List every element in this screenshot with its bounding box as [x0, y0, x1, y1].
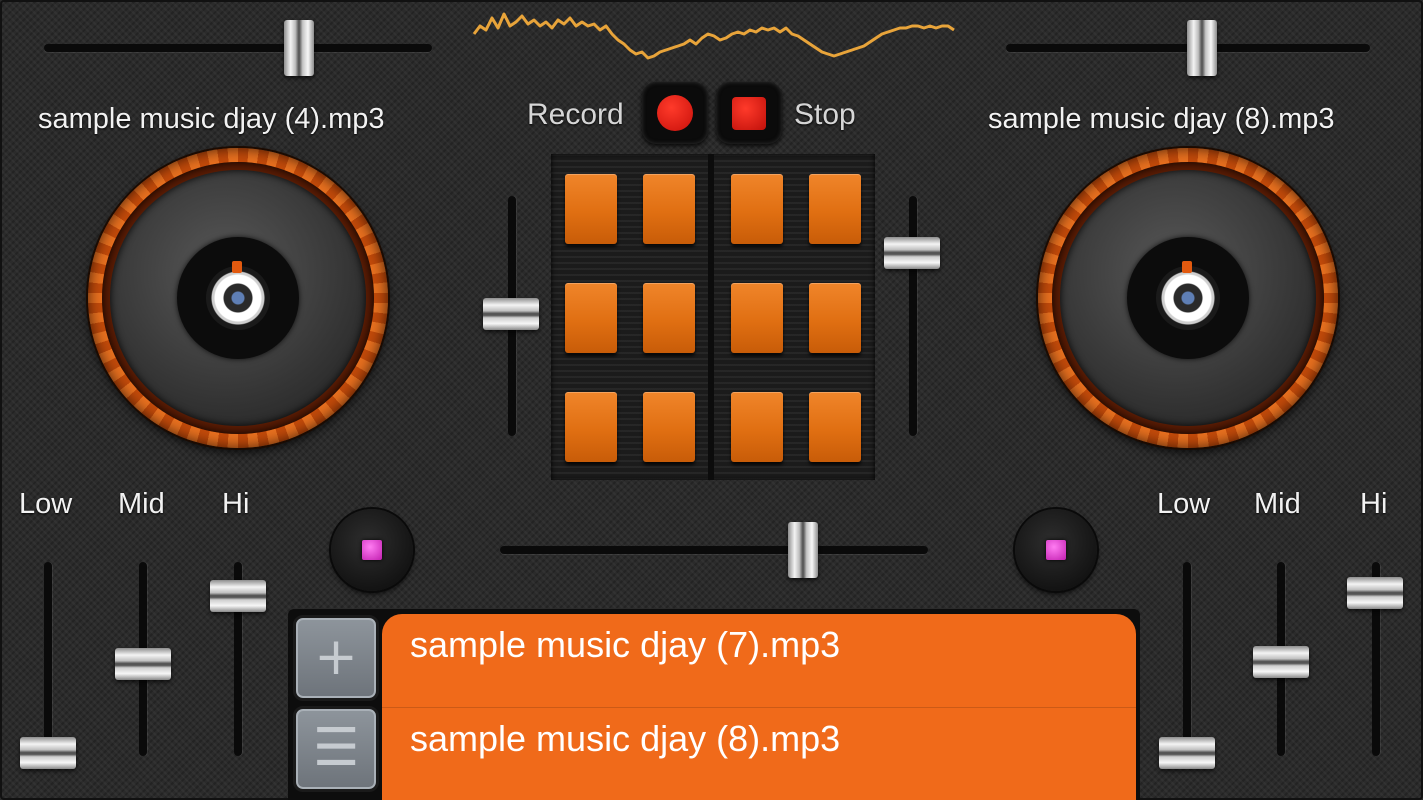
- add-icon: +: [314, 627, 358, 687]
- playlist-item-title: sample music djay (8).mp3: [410, 718, 841, 759]
- playlist-list[interactable]: sample music djay (7).mp3 sample music d…: [382, 614, 1136, 800]
- record-button[interactable]: [642, 82, 708, 144]
- loop-icon: [362, 540, 382, 560]
- add-track-button[interactable]: +: [293, 615, 379, 701]
- playlist-item-title: sample music djay (7).mp3: [410, 624, 841, 665]
- deck-right-volume-thumb[interactable]: [884, 237, 940, 269]
- deck-left-volume-thumb[interactable]: [483, 298, 539, 330]
- eq-right-low-label: Low: [1157, 488, 1211, 520]
- eq-right-hi-thumb[interactable]: [1347, 577, 1403, 609]
- sample-pad[interactable]: [643, 392, 695, 462]
- eq-right-mid-thumb[interactable]: [1253, 646, 1309, 678]
- playlist-panel: + ☰ sample music djay (7).mp3 sample mus…: [288, 609, 1140, 800]
- sample-pad[interactable]: [731, 174, 783, 244]
- record-icon: [657, 95, 693, 131]
- eq-left-hi-label: Hi: [222, 488, 250, 520]
- eq-left-hi-thumb[interactable]: [210, 580, 266, 612]
- deck-right-track-title: sample music djay (8).mp3: [988, 103, 1335, 135]
- loop-icon: [1046, 540, 1066, 560]
- eq-right-low-thumb[interactable]: [1159, 737, 1215, 769]
- crossfader-track[interactable]: [500, 546, 928, 554]
- menu-icon: ☰: [312, 718, 360, 778]
- eq-right-low-track[interactable]: [1183, 562, 1191, 762]
- turntable-spindle-icon: [206, 266, 270, 330]
- sample-pad[interactable]: [809, 283, 861, 353]
- eq-left-low-track[interactable]: [44, 562, 52, 762]
- sample-pad[interactable]: [643, 174, 695, 244]
- sample-pad[interactable]: [809, 174, 861, 244]
- pad-divider: [708, 154, 714, 480]
- eq-right-mid-label: Mid: [1254, 488, 1301, 520]
- deck-right-pitch-thumb[interactable]: [1187, 20, 1217, 76]
- waveform-display[interactable]: [470, 4, 960, 70]
- deck-left-pitch-thumb[interactable]: [284, 20, 314, 76]
- sample-pad[interactable]: [565, 174, 617, 244]
- sample-pad[interactable]: [643, 283, 695, 353]
- eq-left-low-label: Low: [19, 488, 73, 520]
- sample-pad[interactable]: [565, 392, 617, 462]
- record-label: Record: [527, 98, 624, 131]
- deck-left-turntable[interactable]: [88, 148, 388, 448]
- deck-right-turntable[interactable]: [1038, 148, 1338, 448]
- eq-left-mid-thumb[interactable]: [115, 648, 171, 680]
- crossfader-thumb[interactable]: [788, 522, 818, 578]
- sample-pad[interactable]: [565, 283, 617, 353]
- deck-right-loop-button[interactable]: [1015, 509, 1097, 591]
- sample-pad[interactable]: [731, 283, 783, 353]
- stop-button[interactable]: [716, 82, 782, 144]
- sample-pad[interactable]: [809, 392, 861, 462]
- eq-right-hi-label: Hi: [1360, 488, 1388, 520]
- deck-left-loop-button[interactable]: [331, 509, 413, 591]
- playlist-item[interactable]: sample music djay (8).mp3: [382, 707, 1136, 800]
- deck-left-track-title: sample music djay (4).mp3: [38, 103, 385, 135]
- turntable-cue-marker: [1182, 261, 1192, 273]
- eq-left-low-thumb[interactable]: [20, 737, 76, 769]
- playlist-item[interactable]: sample music djay (7).mp3: [382, 614, 1136, 707]
- turntable-cue-marker: [232, 261, 242, 273]
- deck-left-pitch-track[interactable]: [44, 44, 432, 52]
- eq-left-mid-label: Mid: [118, 488, 165, 520]
- stop-icon: [732, 97, 766, 130]
- deck-right-volume-track[interactable]: [909, 196, 917, 436]
- sample-pad[interactable]: [731, 392, 783, 462]
- stop-label: Stop: [794, 98, 856, 131]
- turntable-spindle-icon: [1156, 266, 1220, 330]
- playlist-menu-button[interactable]: ☰: [293, 706, 379, 792]
- sample-pad-panel: [551, 154, 875, 480]
